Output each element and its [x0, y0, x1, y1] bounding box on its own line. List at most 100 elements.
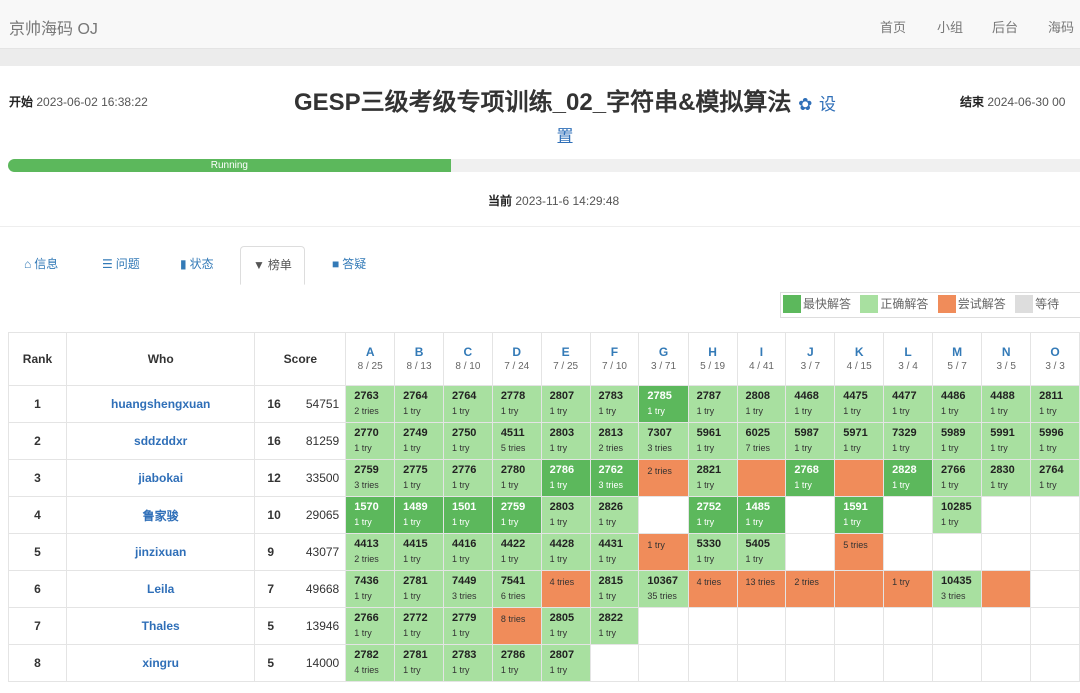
result-cell[interactable]: 5989 1 try — [931, 422, 983, 460]
result-cell[interactable]: 2762 3 tries — [589, 459, 640, 497]
result-cell[interactable]: 4416 1 try — [442, 533, 493, 571]
result-cell[interactable]: 10367 35 tries — [638, 570, 689, 608]
tab-qa[interactable]: ■ 答疑 — [332, 246, 366, 283]
result-cell[interactable]: 2763 2 tries — [345, 385, 396, 423]
result-cell[interactable]: 7541 6 tries — [491, 570, 542, 608]
result-cell[interactable]: 2803 1 try — [540, 496, 591, 534]
tab-ranklist[interactable]: ▼ 榜单 — [240, 246, 305, 285]
result-cell[interactable]: 4422 1 try — [491, 533, 542, 571]
result-cell[interactable]: 2759 1 try — [491, 496, 542, 534]
result-cell[interactable]: 8 tries — [491, 607, 542, 645]
result-cell[interactable]: 7449 3 tries — [442, 570, 493, 608]
result-cell[interactable]: 7329 1 try — [883, 422, 933, 460]
result-cell[interactable]: 2776 1 try — [442, 459, 493, 497]
result-cell[interactable]: 2822 1 try — [589, 607, 640, 645]
result-cell[interactable]: 2807 1 try — [540, 385, 591, 423]
result-cell[interactable]: 1485 1 try — [736, 496, 787, 534]
user-name-link[interactable]: huangshengxuan — [65, 385, 256, 423]
nav-link-admin[interactable]: 后台 — [992, 17, 1018, 36]
result-cell[interactable]: 2770 1 try — [345, 422, 396, 460]
result-cell[interactable]: 4 tries — [540, 570, 591, 608]
problem-link[interactable]: L — [885, 345, 932, 360]
result-cell[interactable]: 1570 1 try — [345, 496, 396, 534]
result-cell[interactable]: 5991 1 try — [981, 422, 1032, 460]
result-cell[interactable]: 2805 1 try — [540, 607, 591, 645]
user-name-link[interactable]: Leila — [65, 570, 256, 608]
result-cell[interactable]: 1489 1 try — [394, 496, 444, 534]
problem-link[interactable]: F — [591, 345, 638, 360]
result-cell[interactable]: 2764 1 try — [442, 385, 493, 423]
problem-link[interactable]: M — [933, 345, 980, 360]
result-cell[interactable]: 4486 1 try — [931, 385, 983, 423]
result-cell[interactable]: 1501 1 try — [442, 496, 493, 534]
result-cell[interactable]: 2785 1 try — [638, 385, 689, 423]
user-name-link[interactable]: jiabokai — [65, 459, 256, 497]
problem-link[interactable]: O — [1032, 345, 1079, 360]
result-cell[interactable]: 2782 4 tries — [345, 644, 396, 682]
result-cell[interactable]: 6025 7 tries — [736, 422, 787, 460]
result-cell[interactable]: 4488 1 try — [981, 385, 1032, 423]
problem-link[interactable]: B — [396, 345, 443, 360]
result-cell[interactable]: 2781 1 try — [394, 644, 444, 682]
result-cell[interactable]: 2808 1 try — [736, 385, 787, 423]
result-cell[interactable] — [834, 570, 885, 608]
brand-logo-text[interactable]: 京帅海码 OJ — [9, 15, 98, 39]
result-cell[interactable]: 2775 1 try — [394, 459, 444, 497]
tab-status[interactable]: ▮ 状态 — [180, 246, 214, 283]
result-cell[interactable]: 5987 1 try — [785, 422, 836, 460]
result-cell[interactable]: 2783 1 try — [589, 385, 640, 423]
result-cell[interactable]: 4468 1 try — [785, 385, 836, 423]
problem-link[interactable]: H — [689, 345, 736, 360]
user-name-link[interactable]: 鲁家骏 — [65, 496, 256, 534]
result-cell[interactable]: 2786 1 try — [491, 644, 542, 682]
result-cell[interactable]: 2752 1 try — [687, 496, 738, 534]
nav-link-group[interactable]: 小组 — [937, 17, 963, 36]
result-cell[interactable]: 4415 1 try — [394, 533, 444, 571]
result-cell[interactable]: 2821 1 try — [687, 459, 738, 497]
result-cell[interactable]: 2811 1 try — [1030, 385, 1080, 423]
result-cell[interactable]: 2807 1 try — [540, 644, 591, 682]
nav-link-haima[interactable]: 海码 — [1048, 17, 1074, 36]
result-cell[interactable]: 2768 1 try — [785, 459, 836, 497]
result-cell[interactable]: 2786 1 try — [540, 459, 591, 497]
result-cell[interactable]: 10285 1 try — [931, 496, 983, 534]
result-cell[interactable]: 1 try — [883, 570, 933, 608]
result-cell[interactable]: 2749 1 try — [394, 422, 444, 460]
problem-link[interactable]: D — [493, 345, 540, 360]
result-cell[interactable]: 5330 1 try — [687, 533, 738, 571]
result-cell[interactable]: 2750 1 try — [442, 422, 493, 460]
result-cell[interactable]: 4431 1 try — [589, 533, 640, 571]
result-cell[interactable]: 2772 1 try — [394, 607, 444, 645]
result-cell[interactable]: 2780 1 try — [491, 459, 542, 497]
problem-link[interactable]: J — [787, 345, 834, 360]
tab-info[interactable]: ⌂ 信息 — [24, 246, 58, 283]
tab-problems[interactable]: ☰ 问题 — [102, 246, 140, 283]
result-cell[interactable]: 2803 1 try — [540, 422, 591, 460]
result-cell[interactable]: 4 tries — [687, 570, 738, 608]
gear-icon[interactable]: ✿ — [798, 95, 812, 114]
problem-link[interactable]: A — [347, 345, 394, 360]
problem-link[interactable]: G — [640, 345, 687, 360]
result-cell[interactable]: 7436 1 try — [345, 570, 396, 608]
result-cell[interactable]: 2764 1 try — [394, 385, 444, 423]
result-cell[interactable]: 2813 2 tries — [589, 422, 640, 460]
result-cell[interactable]: 2 tries — [785, 570, 836, 608]
result-cell[interactable]: 2764 1 try — [1030, 459, 1080, 497]
result-cell[interactable]: 2778 1 try — [491, 385, 542, 423]
user-name-link[interactable]: sddzddxr — [65, 422, 256, 460]
result-cell[interactable]: 5 tries — [834, 533, 885, 571]
result-cell[interactable]: 2815 1 try — [589, 570, 640, 608]
result-cell[interactable]: 4511 5 tries — [491, 422, 542, 460]
problem-link[interactable]: I — [738, 345, 785, 360]
result-cell[interactable]: 5996 1 try — [1030, 422, 1080, 460]
result-cell[interactable]: 4475 1 try — [834, 385, 885, 423]
nav-link-home[interactable]: 首页 — [880, 17, 906, 36]
result-cell[interactable]: 2781 1 try — [394, 570, 444, 608]
result-cell[interactable]: 2779 1 try — [442, 607, 493, 645]
result-cell[interactable]: 4413 2 tries — [345, 533, 396, 571]
result-cell[interactable]: 5971 1 try — [834, 422, 885, 460]
result-cell[interactable]: 2828 1 try — [883, 459, 933, 497]
user-name-link[interactable]: Thales — [65, 607, 256, 645]
result-cell[interactable]: 2 tries — [638, 459, 689, 497]
result-cell[interactable]: 2787 1 try — [687, 385, 738, 423]
